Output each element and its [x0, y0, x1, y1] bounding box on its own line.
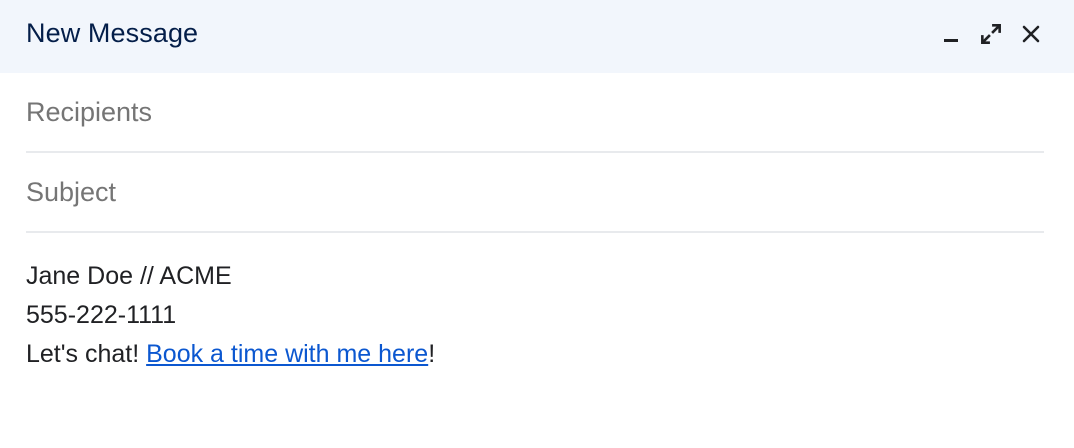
signature-phone: 555-222-1111 [26, 301, 177, 329]
minimize-icon [944, 38, 958, 42]
recipients-input[interactable] [26, 96, 1044, 128]
compose-window: New Message Recipients Subject Jane Doe … [0, 0, 1074, 448]
signature-cta-suffix: ! [428, 340, 436, 368]
signature-name: Jane Doe // ACME [26, 262, 232, 290]
compose-header: New Message [0, 0, 1074, 73]
subject-input[interactable] [26, 176, 1044, 208]
signature-cta-prefix: Let's chat! [26, 340, 147, 368]
subject-row [26, 153, 1044, 233]
window-controls [934, 17, 1048, 51]
recipients-row [26, 73, 1044, 153]
booking-link[interactable]: Book a time with me here [146, 340, 428, 368]
minimize-button[interactable] [934, 17, 968, 51]
signature-cta: Let's chat! Book a time with me here! [26, 335, 1048, 374]
message-body[interactable]: Jane Doe // ACME 555-222-1111 Let's chat… [0, 233, 1074, 374]
close-icon [1022, 25, 1040, 42]
expand-icon [981, 23, 1001, 44]
compose-title: New Message [26, 18, 199, 48]
close-button[interactable] [1014, 17, 1048, 51]
fullscreen-button[interactable] [974, 17, 1008, 51]
